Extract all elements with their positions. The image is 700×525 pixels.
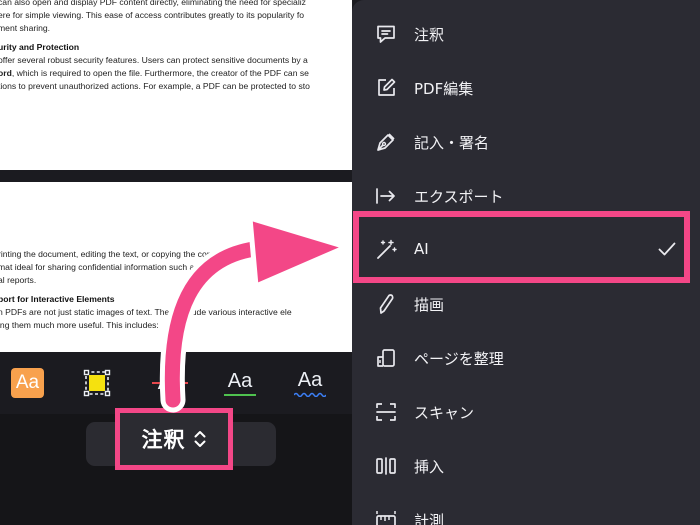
insert-icon [376, 457, 396, 475]
scan-icon [376, 403, 396, 421]
body-text: tions to prevent unauthorized actions. F… [0, 81, 310, 91]
strikethrough-line [152, 382, 188, 384]
checkmark-icon [658, 242, 676, 256]
squiggly-line [294, 392, 326, 397]
menu-item-label: 記入・署名 [414, 134, 490, 152]
highlight-text-tool[interactable]: Aa [11, 368, 44, 398]
body-text: ment sharing. [0, 23, 51, 33]
body-text: ord, which is required to open the file.… [0, 68, 309, 78]
tool-sample-text: Aa [297, 369, 323, 391]
body-text: ing them much more useful. This includes… [0, 320, 159, 330]
menu-item-insert[interactable]: 挿入 [352, 439, 700, 493]
menu-item-label: 描画 [414, 296, 445, 314]
area-highlight-icon [83, 369, 111, 397]
menu-item-label: 計測 [414, 512, 445, 525]
body-text: offer several robust security features. … [0, 55, 308, 65]
tool-sample-text: Aa [15, 372, 40, 393]
mode-selector-label: 注釈 [141, 428, 186, 452]
strikethrough-tool[interactable]: Aa [150, 368, 190, 398]
annotation-toolbar: Aa Aa Aa Aa [0, 352, 352, 414]
bold-text: ord [0, 68, 12, 78]
menu-item-label: 注釈 [414, 26, 445, 44]
squiggly-underline-tool[interactable]: Aa [290, 368, 330, 398]
export-icon [376, 188, 395, 204]
section-heading: port for Interactive Elements [0, 294, 115, 304]
document-page[interactable]: rinting the document, editing the text, … [0, 182, 352, 352]
menu-item-label: スキャン [414, 404, 475, 422]
chevron-up-down-icon [193, 429, 207, 449]
area-highlight-tool[interactable] [82, 368, 112, 398]
menu-item-label: 挿入 [414, 458, 445, 476]
body-text: mat ideal for sharing confidential infor… [0, 262, 213, 272]
menu-item-measure[interactable]: 計測 [352, 493, 700, 525]
menu-item-export[interactable]: エクスポート [352, 169, 700, 223]
menu-item-label: エクスポート [414, 188, 504, 206]
pen-icon [377, 133, 395, 151]
organize-pages-icon [377, 349, 395, 367]
mode-menu: 注釈 PDF編集 記入・署名 エクスポート AI 描画 ページを整理 スキャン … [352, 0, 700, 525]
menu-item-label: PDF編集 [414, 80, 474, 98]
underline-tool[interactable]: Aa [220, 368, 260, 398]
comment-icon [377, 25, 395, 43]
body-text: rinting the document, editing the text, … [0, 249, 247, 259]
menu-item-label: ページを整理 [414, 350, 504, 368]
measure-icon [376, 511, 396, 525]
pencil-icon [379, 294, 394, 314]
document-page[interactable]: can also open and display PDF content di… [0, 0, 352, 170]
menu-item-annotate[interactable]: 注釈 [352, 7, 700, 61]
menu-item-ai[interactable]: AI [352, 223, 700, 277]
menu-item-draw[interactable]: 描画 [352, 277, 700, 331]
body-text: can also open and display PDF content di… [0, 0, 306, 7]
menu-item-scan[interactable]: スキャン [352, 385, 700, 439]
mode-selector-button[interactable]: 注釈 [115, 408, 233, 470]
tool-sample-text: Aa [227, 370, 253, 392]
menu-item-label: AI [414, 240, 429, 258]
underline-line [224, 394, 256, 396]
menu-item-pdf-edit[interactable]: PDF編集 [352, 61, 700, 115]
magic-wand-icon [377, 239, 397, 259]
section-heading: urity and Protection [0, 42, 80, 52]
menu-item-organize-pages[interactable]: ページを整理 [352, 331, 700, 385]
body-text: al reports. [0, 275, 37, 285]
body-text: n PDFs are not just static images of tex… [0, 307, 292, 317]
menu-item-fill-sign[interactable]: 記入・署名 [352, 115, 700, 169]
edit-icon [378, 78, 396, 96]
body-text: ere for simple viewing. This ease of acc… [0, 10, 305, 20]
